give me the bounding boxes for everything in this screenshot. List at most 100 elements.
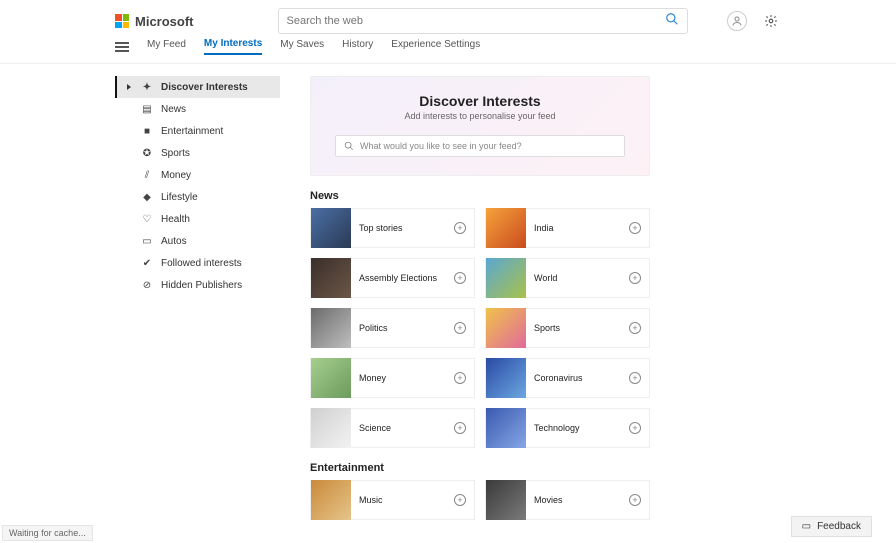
add-icon[interactable]: +	[629, 372, 641, 384]
interest-card[interactable]: World+	[485, 258, 650, 298]
card-label: Sports	[534, 323, 629, 333]
brand-logo[interactable]: Microsoft	[115, 14, 194, 29]
content: ✦ Discover Interests ▤ News ■ Entertainm…	[0, 64, 896, 537]
card-thumb	[311, 208, 351, 248]
card-label: Top stories	[359, 223, 454, 233]
card-thumb	[311, 258, 351, 298]
card-label: Science	[359, 423, 454, 433]
sidebar-item-followed-interests[interactable]: ✔ Followed interests	[115, 252, 280, 274]
card-thumb	[486, 208, 526, 248]
tab-my-saves[interactable]: My Saves	[280, 39, 324, 54]
feedback-button[interactable]: ▭ Feedback	[791, 516, 872, 537]
card-label: Politics	[359, 323, 454, 333]
sidebar-item-label: Autos	[161, 236, 187, 247]
interest-card[interactable]: Science+	[310, 408, 475, 448]
interest-card[interactable]: Movies+	[485, 480, 650, 520]
status-bar: Waiting for cache...	[2, 525, 93, 541]
card-grid: Top stories+ India+ Assembly Elections+ …	[310, 208, 890, 448]
user-icon[interactable]	[727, 11, 747, 31]
section-title: News	[310, 190, 890, 202]
card-label: Assembly Elections	[359, 273, 454, 283]
search-input[interactable]	[287, 15, 665, 27]
microsoft-logo-icon	[115, 14, 129, 28]
interest-card[interactable]: Politics+	[310, 308, 475, 348]
sidebar: ✦ Discover Interests ▤ News ■ Entertainm…	[115, 76, 280, 537]
sidebar-item-money[interactable]: ⫽ Money	[115, 164, 280, 186]
sidebar-item-hidden-publishers[interactable]: ⊘ Hidden Publishers	[115, 274, 280, 296]
add-icon[interactable]: +	[454, 494, 466, 506]
add-icon[interactable]: +	[454, 422, 466, 434]
add-icon[interactable]: +	[454, 372, 466, 384]
sidebar-item-discover-interests[interactable]: ✦ Discover Interests	[115, 76, 280, 98]
card-thumb	[486, 480, 526, 520]
search-box[interactable]	[278, 8, 688, 34]
nav-tabs: My Feed My Interests My Saves History Ex…	[0, 38, 896, 64]
sidebar-item-autos[interactable]: ▭ Autos	[115, 230, 280, 252]
caret-right-icon	[127, 84, 133, 90]
card-label: World	[534, 273, 629, 283]
feedback-icon: ▭	[802, 521, 811, 532]
sidebar-item-entertainment[interactable]: ■ Entertainment	[115, 120, 280, 142]
card-thumb	[311, 358, 351, 398]
hero-title: Discover Interests	[325, 93, 635, 109]
card-thumb	[486, 408, 526, 448]
search-icon[interactable]	[665, 12, 679, 31]
gear-icon[interactable]	[761, 11, 781, 31]
interest-card[interactable]: Money+	[310, 358, 475, 398]
sidebar-item-label: Followed interests	[161, 258, 242, 269]
card-label: Music	[359, 495, 454, 505]
lifestyle-icon: ◆	[141, 191, 153, 203]
add-icon[interactable]: +	[454, 272, 466, 284]
interest-card[interactable]: Coronavirus+	[485, 358, 650, 398]
sidebar-item-label: Lifestyle	[161, 192, 198, 203]
health-icon: ♡	[141, 213, 153, 225]
sidebar-item-news[interactable]: ▤ News	[115, 98, 280, 120]
tab-experience-settings[interactable]: Experience Settings	[391, 39, 480, 54]
interest-card[interactable]: Assembly Elections+	[310, 258, 475, 298]
tab-my-feed[interactable]: My Feed	[147, 39, 186, 54]
sidebar-item-sports[interactable]: ✪ Sports	[115, 142, 280, 164]
autos-icon: ▭	[141, 235, 153, 247]
main: Discover Interests Add interests to pers…	[280, 76, 896, 537]
add-icon[interactable]: +	[629, 422, 641, 434]
sidebar-item-label: Entertainment	[161, 126, 223, 137]
search-icon	[344, 141, 354, 151]
tab-my-interests[interactable]: My Interests	[204, 38, 262, 55]
tab-history[interactable]: History	[342, 39, 373, 54]
sidebar-item-label: Hidden Publishers	[161, 280, 242, 291]
entertainment-icon: ■	[141, 125, 153, 137]
card-thumb	[486, 308, 526, 348]
sidebar-item-lifestyle[interactable]: ◆ Lifestyle	[115, 186, 280, 208]
sidebar-item-health[interactable]: ♡ Health	[115, 208, 280, 230]
followed-icon: ✔	[141, 257, 153, 269]
add-icon[interactable]: +	[454, 322, 466, 334]
add-icon[interactable]: +	[629, 222, 641, 234]
add-icon[interactable]: +	[629, 494, 641, 506]
card-label: Movies	[534, 495, 629, 505]
card-label: Technology	[534, 423, 629, 433]
card-grid: Music+ Movies+	[310, 480, 890, 520]
news-icon: ▤	[141, 103, 153, 115]
hero-subtitle: Add interests to personalise your feed	[325, 111, 635, 121]
hero-search[interactable]: What would you like to see in your feed?	[335, 135, 625, 157]
interest-card[interactable]: Technology+	[485, 408, 650, 448]
header-right	[727, 11, 781, 31]
brand-text: Microsoft	[135, 14, 194, 29]
card-label: Money	[359, 373, 454, 383]
interest-card[interactable]: Top stories+	[310, 208, 475, 248]
discover-icon: ✦	[141, 81, 153, 93]
hidden-icon: ⊘	[141, 279, 153, 291]
feedback-label: Feedback	[817, 521, 861, 532]
interest-card[interactable]: India+	[485, 208, 650, 248]
add-icon[interactable]: +	[454, 222, 466, 234]
sidebar-item-label: Money	[161, 170, 191, 181]
sidebar-item-label: Sports	[161, 148, 190, 159]
card-thumb	[311, 408, 351, 448]
hamburger-icon[interactable]	[115, 42, 129, 52]
add-icon[interactable]: +	[629, 322, 641, 334]
interest-card[interactable]: Sports+	[485, 308, 650, 348]
card-thumb	[486, 258, 526, 298]
add-icon[interactable]: +	[629, 272, 641, 284]
interest-card[interactable]: Music+	[310, 480, 475, 520]
sidebar-item-label: Discover Interests	[161, 82, 248, 93]
